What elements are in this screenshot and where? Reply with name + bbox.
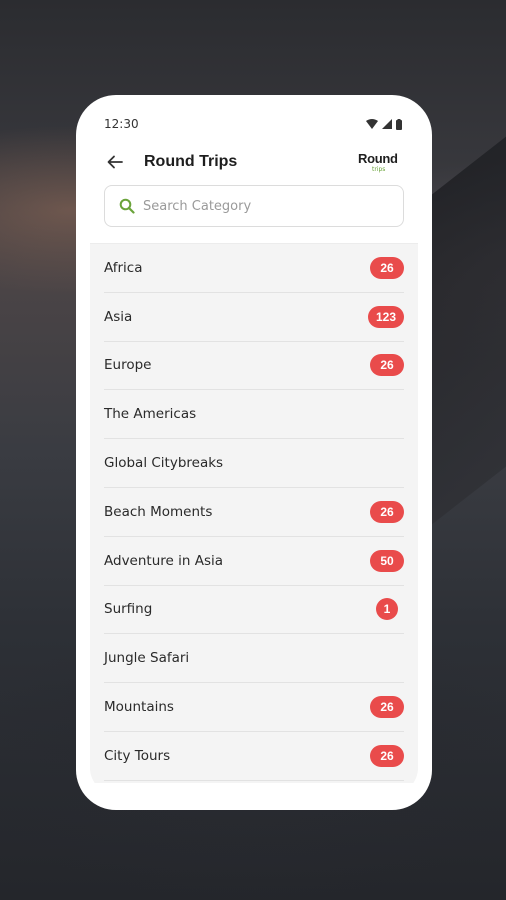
count-badge: 1 bbox=[376, 598, 398, 621]
category-item-adventure-in-asia[interactable]: Adventure in Asia 50 bbox=[104, 537, 404, 586]
count-badge: 26 bbox=[370, 696, 404, 719]
back-button[interactable] bbox=[106, 152, 126, 172]
category-item-europe[interactable]: Europe 26 bbox=[104, 342, 404, 391]
battery-icon bbox=[396, 118, 402, 130]
search-box[interactable] bbox=[104, 185, 404, 227]
category-item-africa[interactable]: Africa 26 bbox=[104, 244, 404, 293]
category-item-the-americas[interactable]: The Americas bbox=[104, 390, 404, 440]
category-label: Jungle Safari bbox=[104, 650, 190, 667]
category-label: Surfing bbox=[104, 601, 153, 618]
logo-subtext: trips bbox=[372, 166, 386, 173]
app-header: Round Trips Round trips bbox=[90, 139, 418, 185]
status-time: 12:30 bbox=[104, 117, 139, 131]
category-label: The Americas bbox=[104, 406, 197, 423]
signal-icon bbox=[382, 119, 392, 129]
category-item-asia[interactable]: Asia 123 bbox=[104, 293, 404, 342]
category-list: Africa 26 Asia 123 Europe 26 The America… bbox=[90, 243, 418, 783]
category-label: Africa bbox=[104, 259, 143, 276]
status-bar: 12:30 bbox=[90, 109, 418, 139]
count-badge: 26 bbox=[370, 354, 404, 377]
category-item-jungle-safari[interactable]: Jungle Safari bbox=[104, 634, 404, 684]
search-container bbox=[90, 185, 418, 243]
category-item-global-citybreaks[interactable]: Global Citybreaks bbox=[104, 439, 404, 488]
brand-logo: Round trips bbox=[358, 147, 404, 177]
wifi-icon bbox=[366, 119, 378, 129]
count-badge: 26 bbox=[370, 500, 404, 523]
search-input[interactable] bbox=[143, 198, 389, 214]
arrow-left-icon bbox=[107, 155, 123, 169]
phone-frame: 12:30 Round Trips Round trips Search Cat… bbox=[76, 95, 432, 810]
count-badge: 26 bbox=[370, 256, 404, 279]
category-label: Europe bbox=[104, 357, 152, 374]
category-label: Global Citybreaks bbox=[104, 455, 224, 472]
category-label: Mountains bbox=[104, 699, 174, 716]
app-screen: 12:30 Round Trips Round trips Search Cat… bbox=[90, 109, 418, 794]
category-label: City Tours bbox=[104, 747, 171, 764]
search-icon bbox=[119, 198, 135, 214]
logo-wordmark: Round bbox=[358, 151, 398, 166]
category-item-mountains[interactable]: Mountains 26 bbox=[104, 683, 404, 732]
category-item-city-tours[interactable]: City Tours 26 bbox=[104, 732, 404, 781]
count-badge: 26 bbox=[370, 744, 404, 767]
category-label: Asia bbox=[104, 308, 133, 325]
count-badge: 50 bbox=[370, 549, 404, 572]
category-item-surfing[interactable]: Surfing 1 bbox=[104, 586, 404, 635]
category-item-beach-moments[interactable]: Beach Moments 26 bbox=[104, 488, 404, 537]
category-label: Adventure in Asia bbox=[104, 552, 224, 569]
category-label: Beach Moments bbox=[104, 503, 213, 520]
page-title: Round Trips bbox=[144, 153, 238, 170]
count-badge: 123 bbox=[367, 305, 404, 328]
status-icons bbox=[366, 118, 402, 130]
